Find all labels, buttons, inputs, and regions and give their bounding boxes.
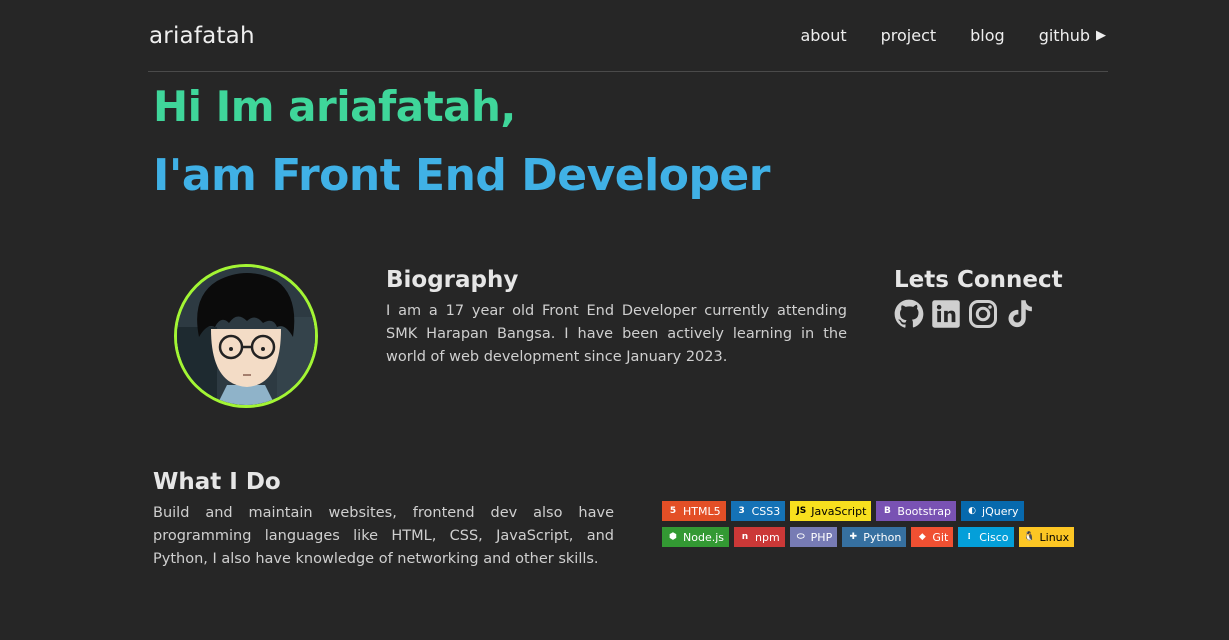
badge-git: ◆ Git — [911, 527, 954, 547]
nav-link-about[interactable]: about — [800, 26, 846, 45]
php-icon: ⬭ — [796, 532, 805, 542]
badge-jquery: ◐ jQuery — [961, 501, 1024, 521]
linkedin-icon[interactable] — [931, 299, 961, 329]
avatar — [174, 264, 318, 408]
badge-javascript: JS JavaScript — [790, 501, 872, 521]
nav-link-github-label: github — [1038, 26, 1090, 45]
badge-row: 5 HTML5 3 CSS3 JS JavaScript B Bootstrap… — [662, 501, 1082, 521]
badge-label: npm — [755, 530, 780, 544]
nav-link-project[interactable]: project — [881, 26, 937, 45]
jquery-icon: ◐ — [968, 506, 976, 516]
instagram-icon[interactable] — [968, 299, 998, 329]
avatar-illustration — [177, 267, 315, 405]
hero-role: I'am Front End Developer — [153, 150, 770, 201]
top-navbar: ariafatah about project blog github ▶ — [148, 18, 1108, 72]
badge-label: Git — [932, 530, 949, 544]
skill-badges: 5 HTML5 3 CSS3 JS JavaScript B Bootstrap… — [662, 501, 1082, 553]
hero-greeting: Hi Im ariafatah, — [153, 82, 516, 131]
badge-label: Python — [863, 530, 902, 544]
badge-npm: n npm — [734, 527, 785, 547]
badge-nodejs: ⬢ Node.js — [662, 527, 729, 547]
badge-label: Node.js — [683, 530, 724, 544]
what-i-do-title: What I Do — [153, 469, 281, 495]
badge-label: jQuery — [982, 504, 1019, 518]
badge-label: HTML5 — [683, 504, 721, 518]
bootstrap-icon: B — [883, 506, 891, 516]
badge-css3: 3 CSS3 — [730, 501, 786, 521]
nav-menu: about project blog github ▶ — [766, 26, 1106, 45]
connect-title: Lets Connect — [894, 267, 1063, 293]
badge-row: ⬢ Node.js n npm ⬭ PHP ✚ Python ◆ Git ⁞ C… — [662, 527, 1082, 547]
python-icon: ✚ — [849, 532, 857, 542]
badge-php: ⬭ PHP — [789, 527, 838, 547]
biography-text: I am a 17 year old Front End Developer c… — [386, 303, 847, 365]
badge-linux: 🐧 Linux — [1018, 527, 1075, 547]
nodejs-icon: ⬢ — [669, 532, 677, 542]
nav-link-github[interactable]: github ▶ — [1039, 26, 1106, 45]
badge-label: Bootstrap — [897, 504, 952, 518]
badge-label: PHP — [810, 530, 833, 544]
badge-label: Linux — [1039, 530, 1070, 544]
brand-logo[interactable]: ariafatah — [149, 23, 255, 49]
linux-icon: 🐧 — [1023, 532, 1036, 542]
github-icon[interactable] — [894, 299, 924, 329]
biography-title: Biography — [386, 267, 519, 293]
git-icon: ◆ — [918, 532, 926, 542]
css3-icon: 3 — [738, 506, 745, 516]
badge-cisco: ⁞ Cisco — [958, 527, 1014, 547]
play-arrow-icon: ▶ — [1096, 28, 1106, 43]
badge-label: JavaScript — [811, 504, 867, 518]
badge-html5: 5 HTML5 — [662, 501, 726, 521]
nav-link-blog[interactable]: blog — [970, 26, 1005, 45]
cisco-icon: ⁞ — [967, 532, 971, 542]
javascript-icon: JS — [796, 506, 807, 516]
badge-bootstrap: B Bootstrap — [876, 501, 957, 521]
badge-label: CSS3 — [751, 504, 781, 518]
npm-icon: n — [741, 532, 749, 542]
badge-python: ✚ Python — [842, 527, 907, 547]
badge-label: Cisco — [979, 530, 1009, 544]
tiktok-icon[interactable] — [1005, 299, 1035, 329]
social-links — [894, 299, 1042, 329]
what-i-do-text: Build and maintain websites, frontend de… — [153, 505, 614, 567]
html5-icon: 5 — [669, 506, 677, 516]
